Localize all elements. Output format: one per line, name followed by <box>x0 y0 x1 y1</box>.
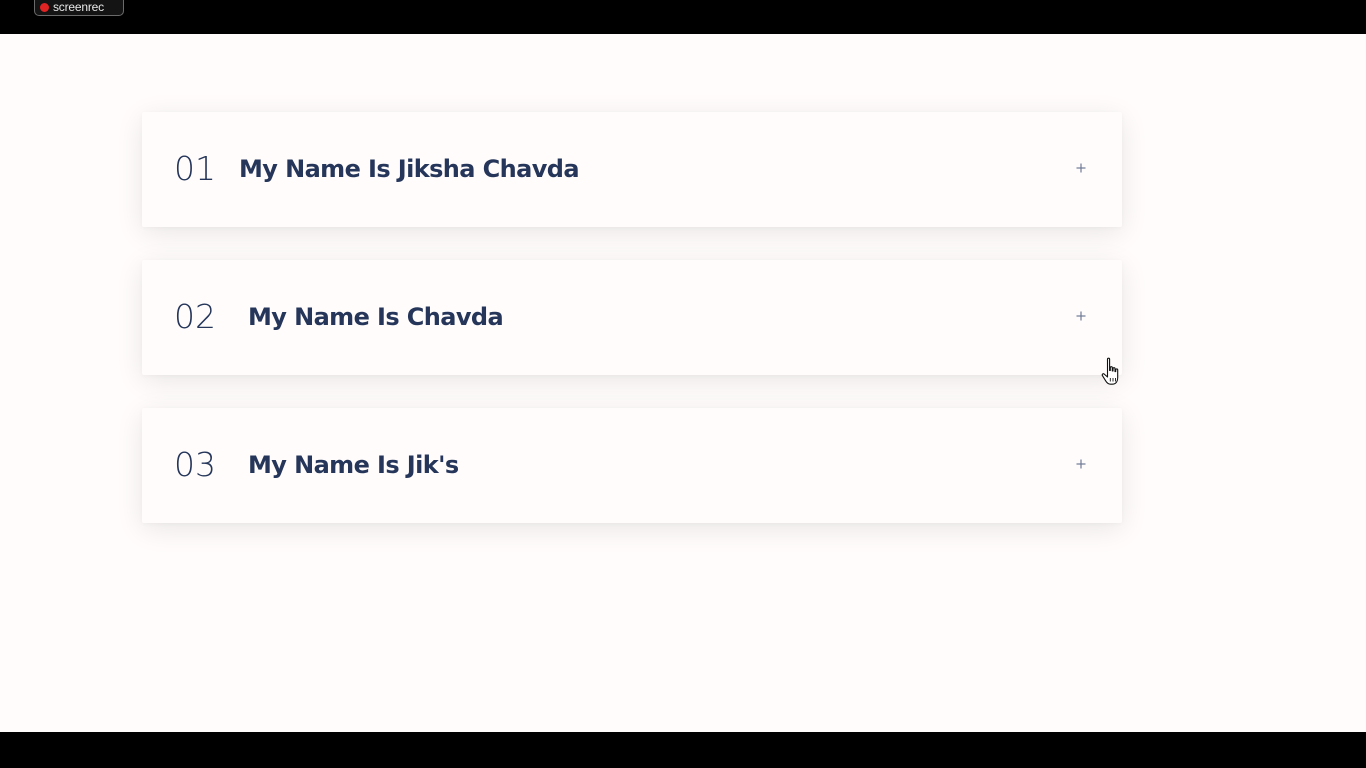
plus-icon[interactable] <box>1074 309 1088 323</box>
faq-item-3[interactable]: 03 My Name Is Jik's <box>142 408 1122 523</box>
faq-item-2[interactable]: 02 My Name Is Chavda <box>142 260 1122 375</box>
faq-item-title: My Name Is Jik's <box>248 451 459 479</box>
screenrec-badge: screenrec <box>34 0 124 16</box>
plus-icon[interactable] <box>1074 161 1088 175</box>
faq-item-title: My Name Is Jiksha Chavda <box>239 155 580 183</box>
plus-icon[interactable] <box>1074 457 1088 471</box>
faq-item-number: 02 <box>174 297 216 336</box>
record-dot-icon <box>40 3 49 12</box>
recorder-top-bar: screenrec <box>0 0 1366 34</box>
hand-pointer-cursor-icon <box>1101 357 1119 385</box>
faq-item-title: My Name Is Chavda <box>248 303 504 331</box>
faq-item-1[interactable]: 01 My Name Is Jiksha Chavda <box>142 112 1122 227</box>
faq-item-number: 01 <box>174 149 216 188</box>
screenrec-label: screenrec <box>53 0 104 14</box>
recorder-bottom-bar <box>0 732 1366 768</box>
faq-item-number: 03 <box>174 445 216 484</box>
page-content: 01 My Name Is Jiksha Chavda 02 My Name I… <box>0 34 1366 732</box>
